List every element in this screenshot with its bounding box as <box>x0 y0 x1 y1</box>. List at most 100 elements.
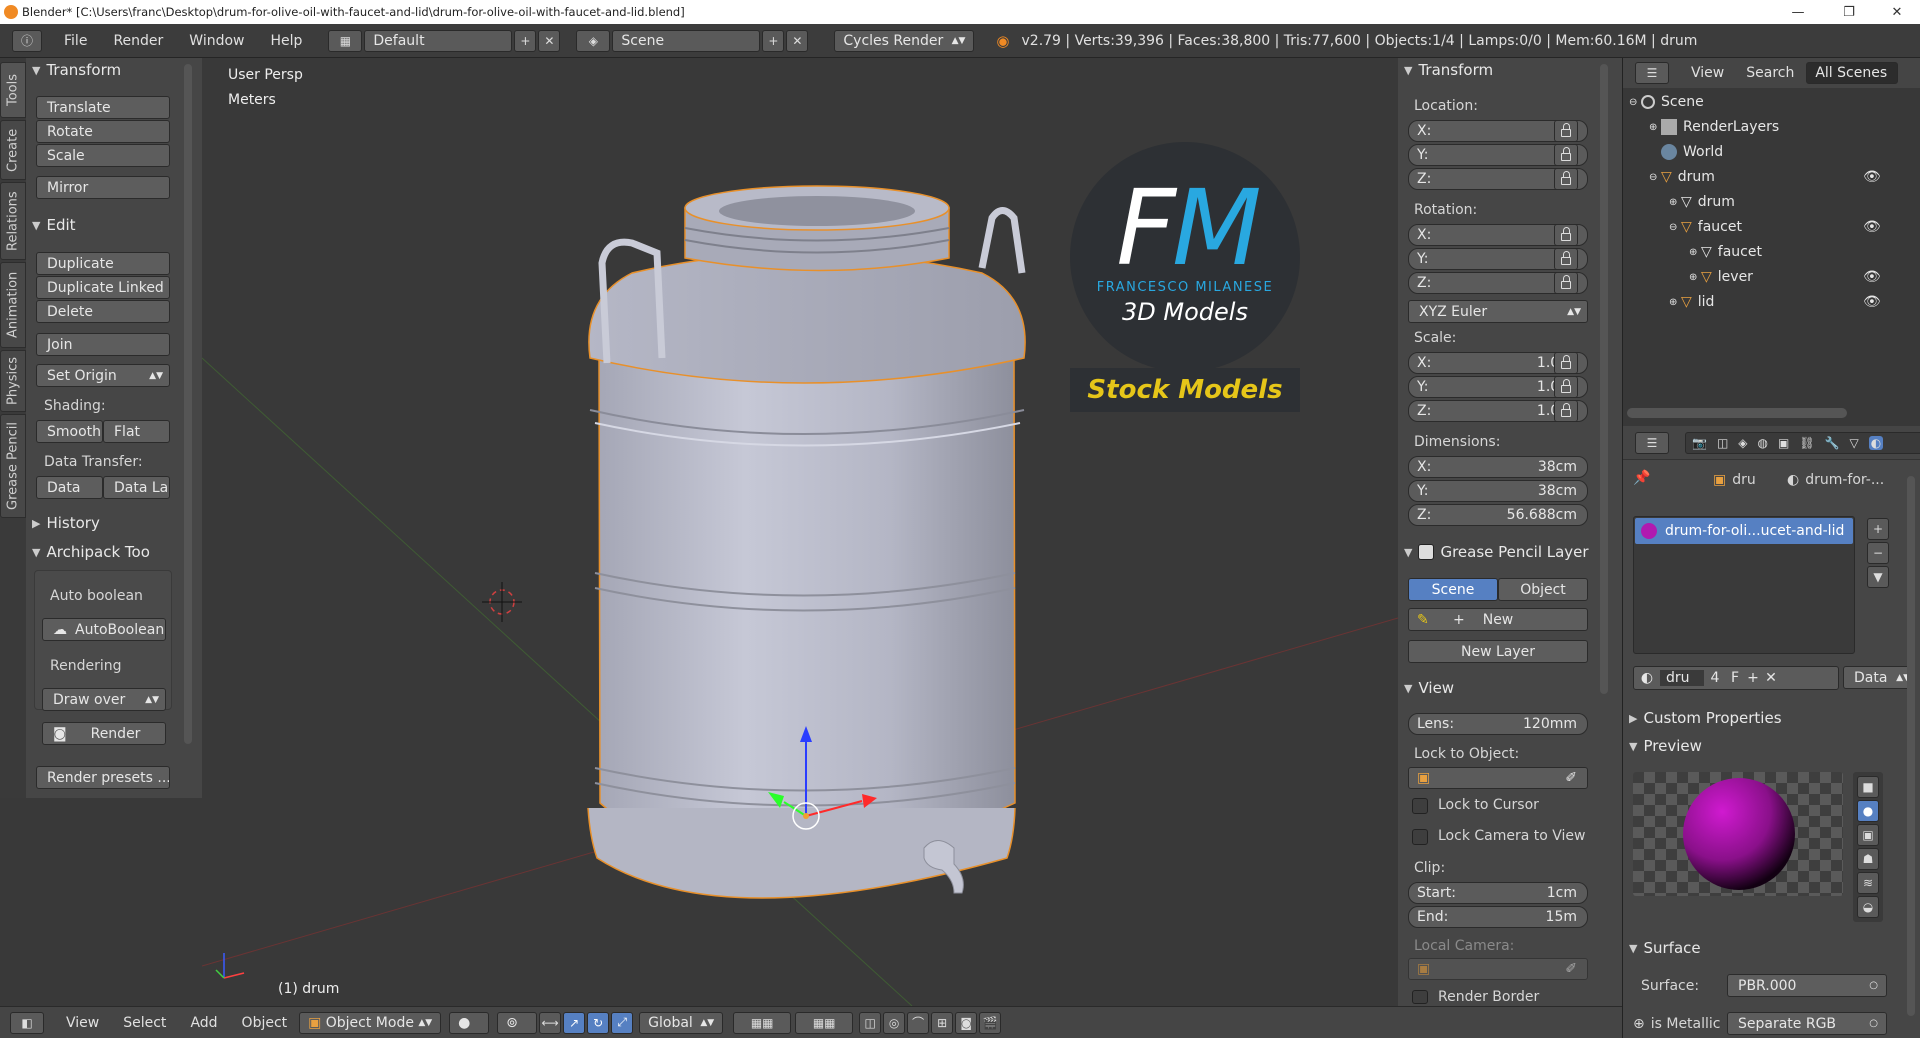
lock-rotation-z[interactable] <box>1554 272 1578 294</box>
lens-field[interactable]: Lens: 120mm <box>1408 713 1588 735</box>
outliner-hscrollbar[interactable] <box>1627 408 1847 418</box>
lock-object-field[interactable]: ▣ ✐ <box>1408 767 1588 789</box>
screen-layout-icon-button[interactable]: ▦ <box>328 29 363 52</box>
close-window-button[interactable]: ✕ <box>1874 0 1920 24</box>
properties-context-tabs[interactable]: 📷 ◫ ◈ ◍ ▣ ⛓ 🔧 ▽ ◐ <box>1685 432 1920 454</box>
visibility-eye-icon[interactable]: 👁 <box>1863 294 1881 310</box>
outliner-row-world[interactable]: World <box>1661 140 1915 164</box>
material-name-field[interactable]: dru <box>1660 670 1704 686</box>
grease-pencil-layer-header[interactable]: ▼ Grease Pencil Layer <box>1398 540 1589 564</box>
join-button[interactable]: Join <box>36 333 170 356</box>
menu-add[interactable]: Add <box>190 1015 217 1031</box>
opengl-render-button[interactable]: 🎬 <box>979 1011 1002 1034</box>
dimension-y-field[interactable]: Y: 38cm <box>1408 480 1588 502</box>
view-panel-header[interactable]: ▼ View <box>1398 676 1454 700</box>
manipulator-toggle[interactable]: ⟷ <box>539 1011 562 1034</box>
lock-rotation-y[interactable] <box>1554 248 1578 270</box>
autoboolean-button[interactable]: ☁ AutoBoolean <box>42 618 166 641</box>
maximize-button[interactable]: ❐ <box>1826 0 1872 24</box>
tab-animation[interactable]: Animation <box>0 262 26 348</box>
rotate-button[interactable]: Rotate <box>36 120 170 143</box>
transform-orientation-dropdown[interactable]: Global ▲▼ <box>639 1011 724 1034</box>
menu-render[interactable]: Render <box>113 33 163 49</box>
properties-editor-type-button[interactable]: ☰ <box>1635 432 1669 454</box>
outliner-row-scene[interactable]: ⊖ Scene <box>1629 90 1915 114</box>
delete-button[interactable]: Delete <box>36 300 170 323</box>
modifiers-context-icon[interactable]: 🔧 <box>1825 436 1840 450</box>
lock-location-y[interactable] <box>1554 144 1578 166</box>
screen-layout-dropdown[interactable]: Default <box>364 29 513 52</box>
material-slot-item[interactable]: drum-for-oli...ucet-and-lid <box>1635 518 1853 544</box>
add-layout-button[interactable]: + <box>514 29 537 52</box>
scene-layers-grid-2[interactable]: ▦▦ <box>795 1011 854 1034</box>
fake-user-toggle[interactable]: F <box>1726 670 1744 686</box>
menu-file[interactable]: File <box>64 33 87 49</box>
outliner-row-renderlayers[interactable]: ⊕ RenderLayers <box>1649 115 1915 139</box>
preview-cube-button[interactable]: ▣ <box>1857 824 1879 846</box>
delete-layout-button[interactable]: ✕ <box>538 29 561 52</box>
proportional-edit-button[interactable]: ◎ <box>883 1011 906 1034</box>
menu-window[interactable]: Window <box>189 33 244 49</box>
smooth-shading-button[interactable]: Smooth <box>36 420 103 443</box>
3d-cursor-icon[interactable] <box>482 582 522 622</box>
surface-shader-dropdown[interactable]: PBR.000 ○ <box>1727 974 1887 997</box>
tab-tools[interactable]: Tools <box>0 62 26 118</box>
n-panel-scrollbar[interactable] <box>1600 64 1608 694</box>
unlink-material-icon[interactable]: ✕ <box>1762 670 1780 686</box>
draw-over-dropdown[interactable]: Draw over ▲▼ <box>42 688 166 711</box>
material-context-icon[interactable]: ◐ <box>1868 436 1884 450</box>
layers-context-icon[interactable]: ◫ <box>1717 436 1728 450</box>
3d-view-editor-type-button[interactable]: ◧ <box>10 1011 44 1034</box>
gp-object-toggle[interactable]: Object <box>1498 578 1588 601</box>
lock-scale-x[interactable] <box>1554 352 1578 374</box>
object-context-icon[interactable]: ▣ <box>1778 436 1789 450</box>
data-layout-button[interactable]: Data La <box>103 476 170 499</box>
minimize-button[interactable]: — <box>1775 0 1821 24</box>
tab-physics[interactable]: Physics <box>0 350 26 412</box>
outliner-row-faucet-mesh[interactable]: ⊕ ▽ faucet <box>1689 240 1915 264</box>
outliner-search-menu[interactable]: Search <box>1746 65 1794 81</box>
add-scene-button[interactable]: + <box>762 29 785 52</box>
lock-location-z[interactable] <box>1554 168 1578 190</box>
render-border-checkbox[interactable] <box>1412 990 1428 1004</box>
n-transform-header[interactable]: ▼ Transform <box>1398 58 1493 82</box>
outliner-row-drum-mesh[interactable]: ⊕ ▽ drum <box>1669 190 1915 214</box>
scale-manipulator-button[interactable]: ⤢ <box>611 1011 634 1034</box>
render-engine-dropdown[interactable]: Cycles Render ▲▼ <box>834 29 975 52</box>
tool-shelf-scrollbar[interactable] <box>184 64 192 744</box>
properties-scrollbar[interactable] <box>1907 476 1915 1016</box>
delete-scene-button[interactable]: ✕ <box>786 29 809 52</box>
material-link-dropdown[interactable]: Data ▲▼ <box>1843 666 1915 689</box>
translate-button[interactable]: Translate <box>36 96 170 119</box>
lock-to-cursor-checkbox[interactable] <box>1412 798 1428 814</box>
flat-shading-button[interactable]: Flat <box>103 420 170 443</box>
menu-object[interactable]: Object <box>242 1015 288 1031</box>
clip-start-field[interactable]: Start: 1cm <box>1408 882 1588 904</box>
scene-layers-grid[interactable]: ▦▦ <box>733 1011 792 1034</box>
dimension-x-field[interactable]: X: 38cm <box>1408 456 1588 478</box>
rotate-manipulator-button[interactable]: ↻ <box>587 1011 610 1034</box>
render-presets-button[interactable]: Render presets ... <box>36 766 170 789</box>
preview-monkey-button[interactable]: ☗ <box>1857 848 1879 870</box>
local-camera-field[interactable]: ▣ ✐ <box>1408 958 1588 980</box>
tab-create[interactable]: Create <box>0 120 26 180</box>
snap-element-dropdown[interactable]: ⊞ <box>931 1011 954 1034</box>
surface-header[interactable]: ▼ Surface <box>1623 936 1701 960</box>
rotation-mode-dropdown[interactable]: XYZ Euler ▲▼ <box>1408 300 1588 323</box>
data-transfer-button[interactable]: Data <box>36 476 103 499</box>
preview-header[interactable]: ▼ Preview <box>1623 734 1702 758</box>
duplicate-linked-button[interactable]: Duplicate Linked <box>36 276 170 299</box>
lock-camera-checkbox[interactable] <box>1412 829 1428 845</box>
render-preview-button[interactable]: ◙ <box>955 1011 978 1034</box>
translate-manipulator-button[interactable]: ↗ <box>563 1011 586 1034</box>
outliner-row-lid[interactable]: ⊕ ▽ lid 👁 <box>1669 290 1915 314</box>
scale-button[interactable]: Scale <box>36 144 170 167</box>
mirror-button[interactable]: Mirror <box>36 176 170 199</box>
preview-hair-button[interactable]: ≋ <box>1857 872 1879 894</box>
outliner-editor-type-button[interactable]: ☰ <box>1635 62 1669 84</box>
outliner-row-drum[interactable]: ⊖ ▽ drum 👁 <box>1649 165 1915 189</box>
edit-panel-header[interactable]: ▼ Edit <box>26 213 76 237</box>
material-datablock-selector[interactable]: ◐ dru 4 F + ✕ <box>1633 666 1839 690</box>
outliner-row-faucet[interactable]: ⊖ ▽ faucet 👁 <box>1669 215 1915 239</box>
interaction-mode-dropdown[interactable]: ▣ Object Mode ▲▼ <box>299 1011 442 1034</box>
